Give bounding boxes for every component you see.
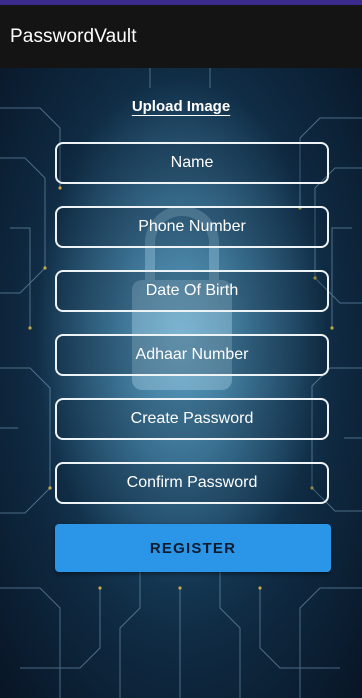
date-of-birth-field[interactable] — [55, 270, 329, 312]
upload-image-link[interactable]: Upload Image — [132, 98, 230, 115]
upload-image-link-row: Upload Image — [0, 98, 362, 116]
app-screen: PasswordVault Upload Image Name Phone Nu… — [0, 0, 362, 698]
create-password-field[interactable] — [55, 398, 329, 440]
register-button[interactable]: REGISTER — [55, 524, 331, 572]
confirm-password-field[interactable] — [55, 462, 329, 504]
name-field[interactable] — [55, 142, 329, 184]
registration-form: Upload Image REGISTER — [0, 68, 362, 698]
phone-number-field[interactable] — [55, 206, 329, 248]
app-title: PasswordVault — [10, 25, 137, 47]
adhaar-number-field[interactable] — [55, 334, 329, 376]
app-bar: PasswordVault — [0, 5, 362, 68]
